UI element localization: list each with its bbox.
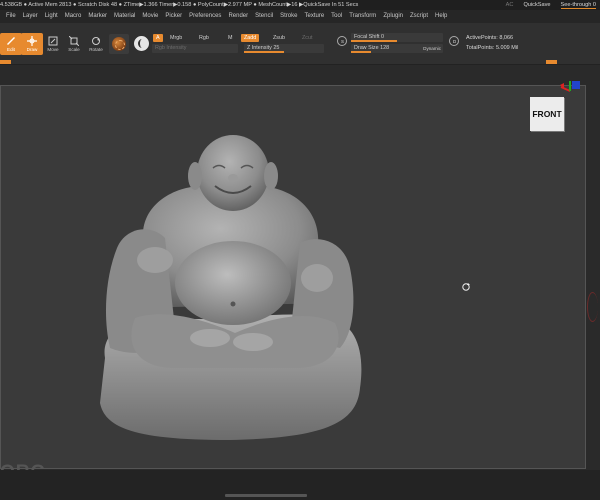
s-icon[interactable]: S (337, 36, 347, 46)
see-through-bar (560, 7, 596, 9)
menu-preferences[interactable]: Preferences (186, 10, 225, 23)
scale-label: Scale (68, 47, 80, 52)
menu-marker[interactable]: Marker (85, 10, 111, 23)
right-edge-indicator (587, 292, 598, 322)
m-button[interactable]: M (228, 34, 233, 42)
focal-shift-fill (351, 40, 397, 42)
menu-macro[interactable]: Macro (62, 10, 86, 23)
move-icon (48, 36, 58, 46)
z-intensity-fill (244, 51, 284, 53)
move-button[interactable]: Move (42, 33, 64, 55)
buddha-sculpt-model[interactable] (95, 128, 365, 443)
mrgb-button[interactable]: Mrgb (170, 34, 182, 42)
menu-file[interactable]: File (3, 10, 20, 23)
menu-movie[interactable]: Movie (139, 10, 162, 23)
zcut-button[interactable]: Zcut (302, 34, 312, 42)
draw-icon (27, 36, 37, 46)
see-through-slider[interactable]: See-through 0 (560, 0, 596, 10)
a-mode-button[interactable]: A (153, 34, 163, 42)
dynamic-button[interactable]: Dynamic (423, 44, 441, 53)
scale-button[interactable]: Scale (63, 33, 85, 55)
active-points-readout: ActivePoints: 8,066 (466, 35, 514, 41)
menu-zscript[interactable]: Zscript (407, 10, 432, 23)
material-picker-icon[interactable] (109, 34, 129, 54)
status-bar: 4.538GB ● Active Mem 2813 ● Scratch Disk… (0, 0, 600, 10)
draw-button[interactable]: Draw (21, 33, 43, 55)
rgb-intensity-slider[interactable]: Rgb Intensity (152, 44, 238, 53)
quicksave-button[interactable]: QuickSave (523, 0, 550, 10)
menu-render[interactable]: Render (225, 10, 252, 23)
draw-size-slider[interactable]: Draw Size 128 Dynamic (351, 44, 443, 53)
zsub-button[interactable]: Zsub (273, 34, 285, 42)
rotate-icon (92, 37, 100, 45)
texture-picker-icon[interactable] (134, 36, 149, 51)
scale-icon (69, 36, 79, 46)
status-right-group: AC QuickSave See-through 0 (506, 0, 596, 10)
menu-texture[interactable]: Texture (301, 10, 328, 23)
total-points-readout: TotalPoints: 5.009 Mil (466, 45, 519, 51)
z-intensity-slider[interactable]: Z Intensity 25 (244, 44, 324, 53)
menu-zplugin[interactable]: Zplugin (380, 10, 407, 23)
edit-button[interactable]: Edit (0, 33, 22, 55)
menu-bar: File Layer Light Macro Marker Material Movie Pi… (0, 10, 600, 23)
left-tray-tab[interactable] (0, 60, 11, 64)
menu-picker[interactable]: Picker (162, 10, 186, 23)
edit-label: Edit (7, 47, 15, 52)
move-label: Move (47, 47, 59, 52)
bottom-shelf-handle[interactable] (225, 494, 307, 497)
d-icon[interactable]: D (449, 36, 459, 46)
right-tray-tab[interactable] (546, 60, 557, 64)
draw-size-fill (351, 51, 371, 53)
toolbar: Edit Draw Move Scale Rotate A Mrgb Rgb M… (0, 23, 600, 65)
axis-gizmo-icon[interactable] (558, 79, 582, 103)
menu-transform[interactable]: Transform (346, 10, 380, 23)
menu-help[interactable]: Help (432, 10, 451, 23)
draw-label: Draw (26, 47, 38, 52)
rotate-label: Rotate (89, 47, 103, 52)
menu-stencil[interactable]: Stencil (252, 10, 277, 23)
rotate-cursor-icon (462, 283, 470, 291)
rotate-button[interactable]: Rotate (85, 33, 107, 55)
ac-label: AC (505, 2, 514, 8)
rgb-intensity-label: Rgb Intensity (155, 45, 187, 51)
menu-stroke[interactable]: Stroke (277, 10, 301, 23)
menu-layer[interactable]: Layer (20, 10, 42, 23)
menu-light[interactable]: Light (42, 10, 62, 23)
draw-size-value: 128 (380, 45, 390, 51)
rgb-button[interactable]: Rgb (199, 34, 209, 42)
focal-shift-slider[interactable]: Focal Shift 0 (351, 33, 443, 42)
menu-tool[interactable]: Tool (328, 10, 346, 23)
edit-icon (7, 37, 15, 45)
system-info-text: 4.538GB ● Active Mem 2813 ● Scratch Disk… (0, 2, 359, 8)
zadd-button[interactable]: Zadd (241, 34, 260, 42)
menu-material[interactable]: Material (111, 10, 139, 23)
